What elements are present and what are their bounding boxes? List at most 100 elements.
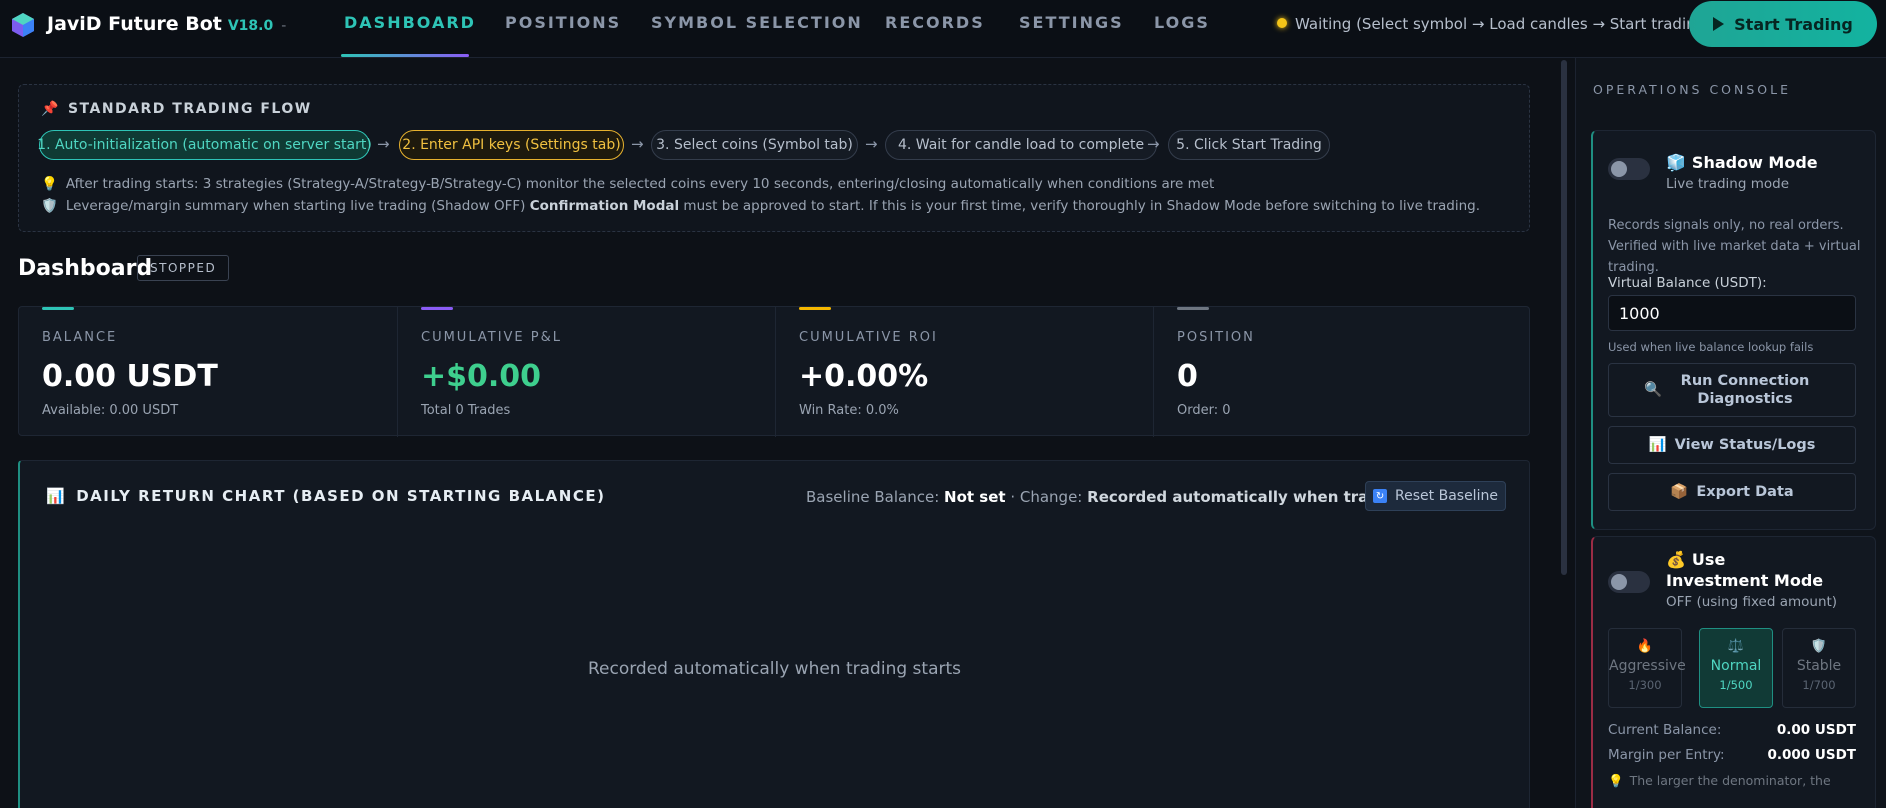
- page-title: Dashboard: [18, 256, 153, 281]
- arrow-icon: →: [865, 135, 878, 153]
- view-status-logs-button[interactable]: 📊 View Status/Logs: [1608, 426, 1856, 464]
- tab-dashboard[interactable]: DASHBOARD: [344, 13, 476, 32]
- run-diagnostics-label: Run Connection Diagnostics: [1680, 373, 1810, 407]
- arrow-icon: →: [1147, 135, 1160, 153]
- investment-note: 💡 The larger the denominator, the: [1608, 773, 1831, 789]
- flow-step-1: 1. Auto-initialization (automatic on ser…: [37, 130, 372, 160]
- shield-icon: 🛡️: [41, 198, 58, 214]
- mode-name: Aggressive: [1609, 658, 1686, 674]
- margin-per-entry-value: 0.000 USDT: [1767, 747, 1856, 763]
- flow-step-5: 5. Click Start Trading: [1168, 130, 1330, 160]
- scale-icon: ⚖️: [1727, 639, 1745, 654]
- stat-label: CUMULATIVE ROI: [799, 330, 938, 345]
- magnifier-icon: 🔍: [1643, 382, 1663, 398]
- money-bag-icon: 💰: [1666, 550, 1686, 569]
- shadow-mode-description: Records signals only, no real orders. Ve…: [1608, 218, 1861, 275]
- baseline-info: Baseline Balance: Not set · Change: Reco…: [806, 488, 1461, 506]
- app-title: JaviD Future Bot: [47, 13, 222, 35]
- lightbulb-icon: 💡: [41, 176, 58, 192]
- stat-accent-bar: [42, 307, 74, 310]
- stat-label: BALANCE: [42, 330, 118, 345]
- flow-note-confirmation-text: Leverage/margin summary when starting li…: [65, 198, 526, 214]
- current-balance-row: Current Balance: 0.00 USDT: [1608, 722, 1856, 738]
- chart-title-text: DAILY RETURN CHART (BASED ON STARTING BA…: [76, 487, 606, 505]
- start-trading-label: Start Trading: [1734, 14, 1853, 34]
- start-trading-button[interactable]: Start Trading: [1689, 1, 1877, 47]
- stat-accent-bar: [1177, 307, 1209, 310]
- tab-symbol-selection[interactable]: SYMBOL SELECTION: [651, 13, 863, 32]
- stats-row: BALANCE 0.00 USDT Available: 0.00 USDT C…: [18, 306, 1531, 437]
- flow-title-text: STANDARD TRADING FLOW: [67, 101, 312, 117]
- investment-mode-toggle[interactable]: [1608, 571, 1650, 593]
- shadow-mode-title: 🧊 Shadow Mode: [1666, 153, 1818, 172]
- shadow-mode-card: 🧊 Shadow Mode Live trading mode Records s…: [1591, 130, 1876, 530]
- daily-return-chart-panel: 📊 DAILY RETURN CHART (BASED ON STARTING B…: [18, 460, 1530, 808]
- confirmation-modal-label: Confirmation Modal: [529, 198, 680, 214]
- investment-mode-title: 💰 Use Investment Mode: [1666, 549, 1826, 591]
- reset-baseline-label: Reset Baseline: [1395, 488, 1498, 504]
- stat-balance: BALANCE 0.00 USDT Available: 0.00 USDT: [19, 307, 397, 437]
- investment-mode-card: 💰 Use Investment Mode OFF (using fixed am…: [1591, 536, 1876, 808]
- mode-ratio: 1/700: [1802, 678, 1836, 692]
- status-text: Waiting (Select symbol → Load candles → …: [1295, 15, 1712, 33]
- logo-icon: [12, 13, 34, 37]
- flow-step-2: 2. Enter API keys (Settings tab): [399, 130, 624, 160]
- flow-step-4: 4. Wait for candle load to complete: [885, 130, 1157, 160]
- investment-mode-title-text: Use Investment Mode: [1666, 550, 1824, 590]
- mode-option-stable[interactable]: 🛡️ Stable 1/700: [1782, 628, 1856, 708]
- status-badge: STOPPED: [137, 255, 230, 281]
- flow-note-strategies-text: After trading starts: 3 strategies (Stra…: [65, 176, 1215, 192]
- tab-logs[interactable]: LOGS: [1154, 13, 1210, 32]
- tab-positions[interactable]: POSITIONS: [505, 13, 621, 32]
- run-diagnostics-button[interactable]: 🔍 Run Connection Diagnostics: [1608, 363, 1856, 417]
- mode-name: Normal: [1710, 658, 1762, 674]
- flow-step-3: 3. Select coins (Symbol tab): [651, 130, 858, 160]
- investment-note-text: The larger the denominator, the: [1629, 773, 1831, 788]
- stat-sub: Win Rate: 0.0%: [799, 403, 899, 418]
- status-indicator-icon: [1277, 18, 1287, 28]
- stat-label: CUMULATIVE P&L: [421, 330, 562, 345]
- operations-console: OPERATIONS CONSOLE 🧊 Shadow Mode Live tra…: [1575, 58, 1886, 808]
- refresh-icon: ↻: [1373, 489, 1388, 503]
- play-icon: [1713, 17, 1725, 31]
- flow-title: 📌 STANDARD TRADING FLOW: [41, 101, 312, 117]
- tab-records[interactable]: RECORDS: [885, 13, 985, 32]
- mode-option-normal[interactable]: ⚖️ Normal 1/500: [1699, 628, 1773, 708]
- trading-flow-panel: 📌 STANDARD TRADING FLOW 1. Auto-initializ…: [18, 84, 1530, 232]
- main-scrollbar-thumb[interactable]: [1561, 60, 1567, 575]
- export-data-label: Export Data: [1696, 484, 1794, 500]
- mode-ratio: 1/500: [1719, 678, 1753, 692]
- shield-icon: 🛡️: [1810, 639, 1828, 654]
- stat-position: POSITION 0 Order: 0: [1153, 307, 1531, 437]
- virtual-balance-hint: Used when live balance lookup fails: [1608, 340, 1814, 354]
- mode-option-aggressive[interactable]: 🔥 Aggressive 1/300: [1608, 628, 1686, 708]
- stat-value: 0: [1177, 359, 1198, 394]
- stat-cumulative-pnl: CUMULATIVE P&L +$0.00 Total 0 Trades: [397, 307, 775, 437]
- export-data-button[interactable]: 📦 Export Data: [1608, 473, 1856, 511]
- stat-sub: Available: 0.00 USDT: [42, 403, 179, 418]
- sidebar-heading: OPERATIONS CONSOLE: [1593, 82, 1792, 97]
- shadow-mode-title-text: Shadow Mode: [1691, 153, 1818, 172]
- margin-per-entry-label: Margin per Entry:: [1608, 747, 1725, 763]
- stat-sub: Total 0 Trades: [421, 403, 511, 418]
- investment-mode-subtitle: OFF (using fixed amount): [1666, 594, 1838, 610]
- package-icon: 📦: [1670, 484, 1689, 500]
- current-balance-label: Current Balance:: [1608, 722, 1722, 738]
- lightbulb-icon: 💡: [1608, 773, 1624, 788]
- shadow-mode-toggle[interactable]: [1608, 158, 1650, 180]
- stat-accent-bar: [421, 307, 453, 310]
- reset-baseline-button[interactable]: ↻ Reset Baseline: [1365, 481, 1506, 511]
- stat-sub: Order: 0: [1177, 403, 1231, 418]
- virtual-balance-input[interactable]: [1608, 295, 1856, 331]
- margin-per-entry-row: Margin per Entry: 0.000 USDT: [1608, 747, 1856, 763]
- arrow-icon: →: [377, 135, 390, 153]
- stat-accent-bar: [799, 307, 831, 310]
- active-tab-indicator: [341, 54, 469, 57]
- baseline-label: Baseline Balance:: [806, 488, 940, 506]
- fire-icon: 🔥: [1636, 639, 1654, 654]
- pushpin-icon: 📌: [41, 101, 60, 117]
- cube-icon: 🧊: [1666, 153, 1686, 172]
- tab-settings[interactable]: SETTINGS: [1019, 13, 1124, 32]
- stat-value: +$0.00: [421, 359, 542, 394]
- change-label: · Change:: [1010, 488, 1083, 506]
